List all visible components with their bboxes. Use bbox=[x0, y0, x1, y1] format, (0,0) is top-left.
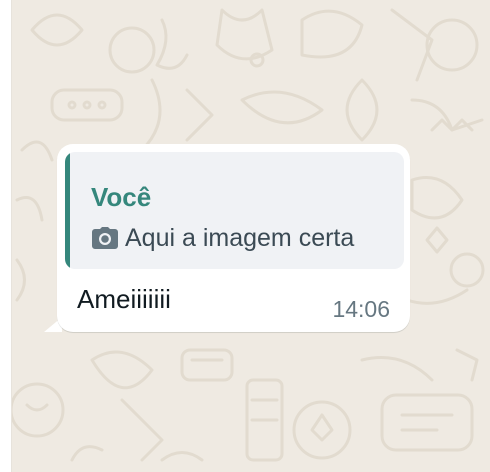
camera-icon bbox=[91, 226, 119, 250]
message-text: Ameiiiiiii bbox=[77, 284, 171, 314]
side-panel-edge bbox=[0, 0, 12, 472]
quote-accent-bar bbox=[65, 152, 70, 269]
quoted-text: Aqui a imagem certa bbox=[125, 224, 355, 252]
chat-background: Você Aqui a imagem certa Ameiiiiiii 14:0… bbox=[12, 0, 490, 472]
message-bubble[interactable]: Você Aqui a imagem certa Ameiiiiiii 14:0… bbox=[57, 144, 410, 332]
quoted-author: Você bbox=[91, 182, 152, 212]
quoted-content: Aqui a imagem certa bbox=[91, 224, 354, 252]
quoted-message[interactable]: Você Aqui a imagem certa bbox=[65, 152, 404, 269]
message-time: 14:06 bbox=[332, 296, 390, 322]
